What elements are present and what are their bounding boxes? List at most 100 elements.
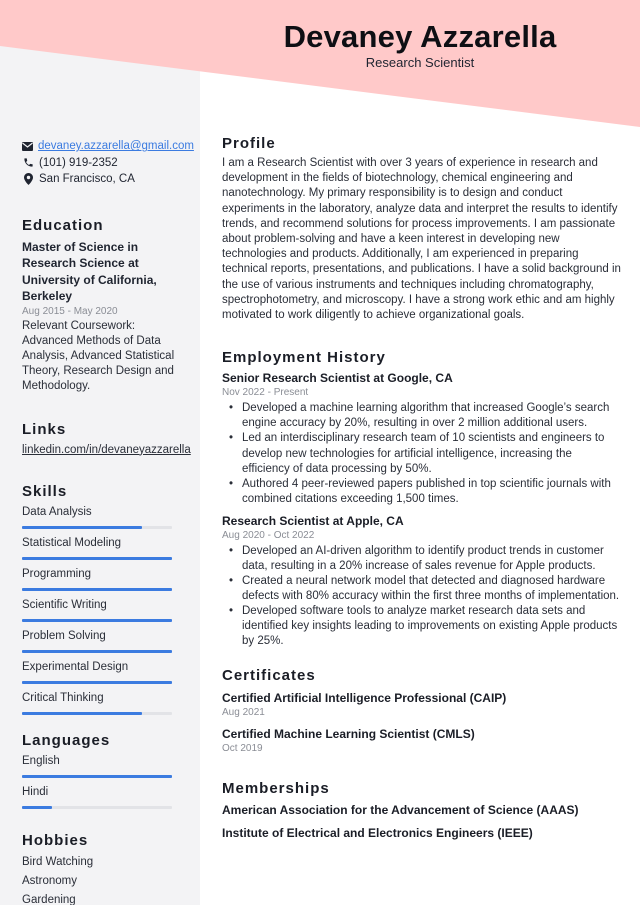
candidate-name: Devaney Azzarella (283, 19, 557, 54)
skill-item-level-bar (22, 556, 172, 560)
skill-item-label: Problem Solving (22, 629, 106, 642)
skills-list: Data Analysis Statistical Modeling Program… (22, 505, 182, 715)
certificates-section: Certificates Certified Artificial Intell… (222, 666, 622, 755)
skill-item: Problem Solving (22, 629, 182, 653)
memberships-section: Memberships American Association for the… (222, 779, 622, 841)
skills-heading: Skills (22, 482, 68, 500)
skill-item-label: Statistical Modeling (22, 536, 122, 549)
education-coursework: Relevant Coursework: Advanced Methods of… (22, 319, 175, 393)
job-bullet: Developed software tools to analyze mark… (222, 604, 622, 649)
education-dates: Aug 2015 - May 2020 (22, 305, 118, 317)
hobby-item: Gardening (22, 893, 76, 905)
hobby-item: Astronomy (22, 874, 77, 887)
skill-item: Data Analysis (22, 505, 182, 529)
email-link[interactable]: devaney.azzarella@gmail.com (38, 140, 194, 152)
location-text: San Francisco, CA (39, 173, 135, 186)
skill-item-level-bar (22, 618, 172, 622)
jobs-list: Senior Research Scientist at Google, CA N… (222, 370, 622, 649)
job-dates: Aug 2020 - Oct 2022 (222, 529, 315, 541)
job-bullet: Led an interdisciplinary research team o… (222, 431, 622, 476)
links-heading: Links (22, 420, 67, 438)
contact-phone: (101) 919-2352 (22, 155, 182, 172)
candidate-role: Research Scientist (365, 55, 475, 70)
profile-heading: Profile (222, 135, 276, 152)
language-item-label: English (22, 754, 60, 767)
resume-header: Devaney Azzarella Research Scientist (200, 18, 640, 70)
skill-item-label: Critical Thinking (22, 691, 104, 704)
hobbies-heading: Hobbies (22, 831, 89, 849)
certificates-list: Certified Artificial Intelligence Profes… (222, 690, 622, 755)
job-title: Research Scientist at Apple, CA (222, 513, 404, 528)
certificate-date: Oct 2019 (222, 742, 263, 754)
skill-item-level-bar (22, 711, 172, 715)
skills-section: Skills Data Analysis Statistical Modeling… (22, 482, 182, 715)
skill-item-level-fill (22, 525, 142, 529)
envelope-icon (22, 140, 33, 152)
membership-item: Institute of Electrical and Electronics … (222, 825, 533, 840)
skill-item: Statistical Modeling (22, 536, 182, 560)
skill-item-level-fill (22, 649, 172, 653)
language-item: Hindi (22, 785, 182, 809)
education-heading: Education (22, 216, 104, 234)
skill-item-level-fill (22, 556, 172, 560)
profile-text: I am a Research Scientist with over 3 ye… (222, 157, 621, 322)
skill-item-level-bar (22, 525, 172, 529)
skill-item-level-bar (22, 587, 172, 591)
language-item-level-fill (22, 774, 172, 778)
sidebar: devaney.azzarella@gmail.com (101) 919-23… (22, 138, 194, 905)
job-title: Senior Research Scientist at Google, CA (222, 371, 453, 386)
language-item: English (22, 754, 182, 778)
certificate-date: Aug 2021 (222, 706, 265, 718)
certificate-entry: Certified Artificial Intelligence Profes… (222, 690, 622, 719)
certificate-title: Certified Artificial Intelligence Profes… (222, 690, 507, 705)
membership-item: American Association for the Advancement… (222, 802, 579, 817)
job-bullets: Developed a machine learning algorithm t… (222, 401, 622, 507)
skill-item-level-bar (22, 680, 172, 684)
education-section: Education Master of Science in Research … (22, 216, 182, 395)
skill-item-level-fill (22, 711, 142, 715)
linkedin-link[interactable]: linkedin.com/in/devaneyazzarella (22, 443, 191, 458)
language-item-label: Hindi (22, 785, 49, 798)
languages-list: English Hindi (22, 754, 182, 809)
contact-email: devaney.azzarella@gmail.com (22, 138, 194, 155)
skill-item-level-bar (22, 649, 172, 653)
skill-item: Scientific Writing (22, 598, 182, 622)
skill-item-level-fill (22, 680, 172, 684)
job-bullet: Developed a machine learning algorithm t… (222, 401, 622, 431)
skill-item-label: Scientific Writing (22, 598, 107, 611)
certificate-title: Certified Machine Learning Scientist (CM… (222, 726, 475, 741)
certificate-entry: Certified Machine Learning Scientist (CM… (222, 726, 622, 755)
contact-info: devaney.azzarella@gmail.com (101) 919-23… (22, 138, 194, 188)
memberships-heading: Memberships (222, 779, 330, 797)
links-section: Links linkedin.com/in/devaneyazzarella (22, 420, 191, 458)
skill-item-level-fill (22, 587, 172, 591)
hobbies-list: Bird Watching Astronomy Gardening (22, 853, 182, 905)
skill-item: Programming (22, 567, 182, 591)
skill-item-level-fill (22, 618, 172, 622)
job-entry: Senior Research Scientist at Google, CA N… (222, 370, 622, 507)
contact-location: San Francisco, CA (22, 171, 182, 188)
profile-section: Profile I am a Research Scientist with o… (222, 134, 622, 323)
main-content: Profile I am a Research Scientist with o… (222, 134, 622, 848)
job-bullets: Developed an AI-driven algorithm to iden… (222, 544, 622, 650)
languages-section: Languages English Hindi (22, 731, 182, 809)
phone-icon (22, 157, 34, 169)
language-item-level-bar (22, 805, 172, 809)
education-degree: Master of Science in Research Science at… (22, 239, 157, 304)
skill-item-label: Programming (22, 567, 92, 580)
skill-item-label: Data Analysis (22, 505, 92, 518)
map-pin-icon (22, 173, 34, 186)
skill-item-label: Experimental Design (22, 660, 129, 673)
employment-section: Employment History Senior Research Scien… (222, 348, 622, 649)
phone-number: (101) 919-2352 (39, 156, 118, 169)
job-entry: Research Scientist at Apple, CA Aug 2020 … (222, 513, 622, 650)
hobby-item: Bird Watching (22, 855, 94, 868)
skill-item: Experimental Design (22, 660, 182, 684)
job-bullet: Created a neural network model that dete… (222, 574, 622, 604)
language-item-level-fill (22, 805, 52, 809)
language-item-level-bar (22, 774, 172, 778)
job-bullet: Developed an AI-driven algorithm to iden… (222, 544, 622, 574)
job-dates: Nov 2022 - Present (222, 387, 309, 399)
employment-heading: Employment History (222, 349, 386, 367)
hobbies-section: Hobbies Bird Watching Astronomy Gardening (22, 831, 182, 905)
